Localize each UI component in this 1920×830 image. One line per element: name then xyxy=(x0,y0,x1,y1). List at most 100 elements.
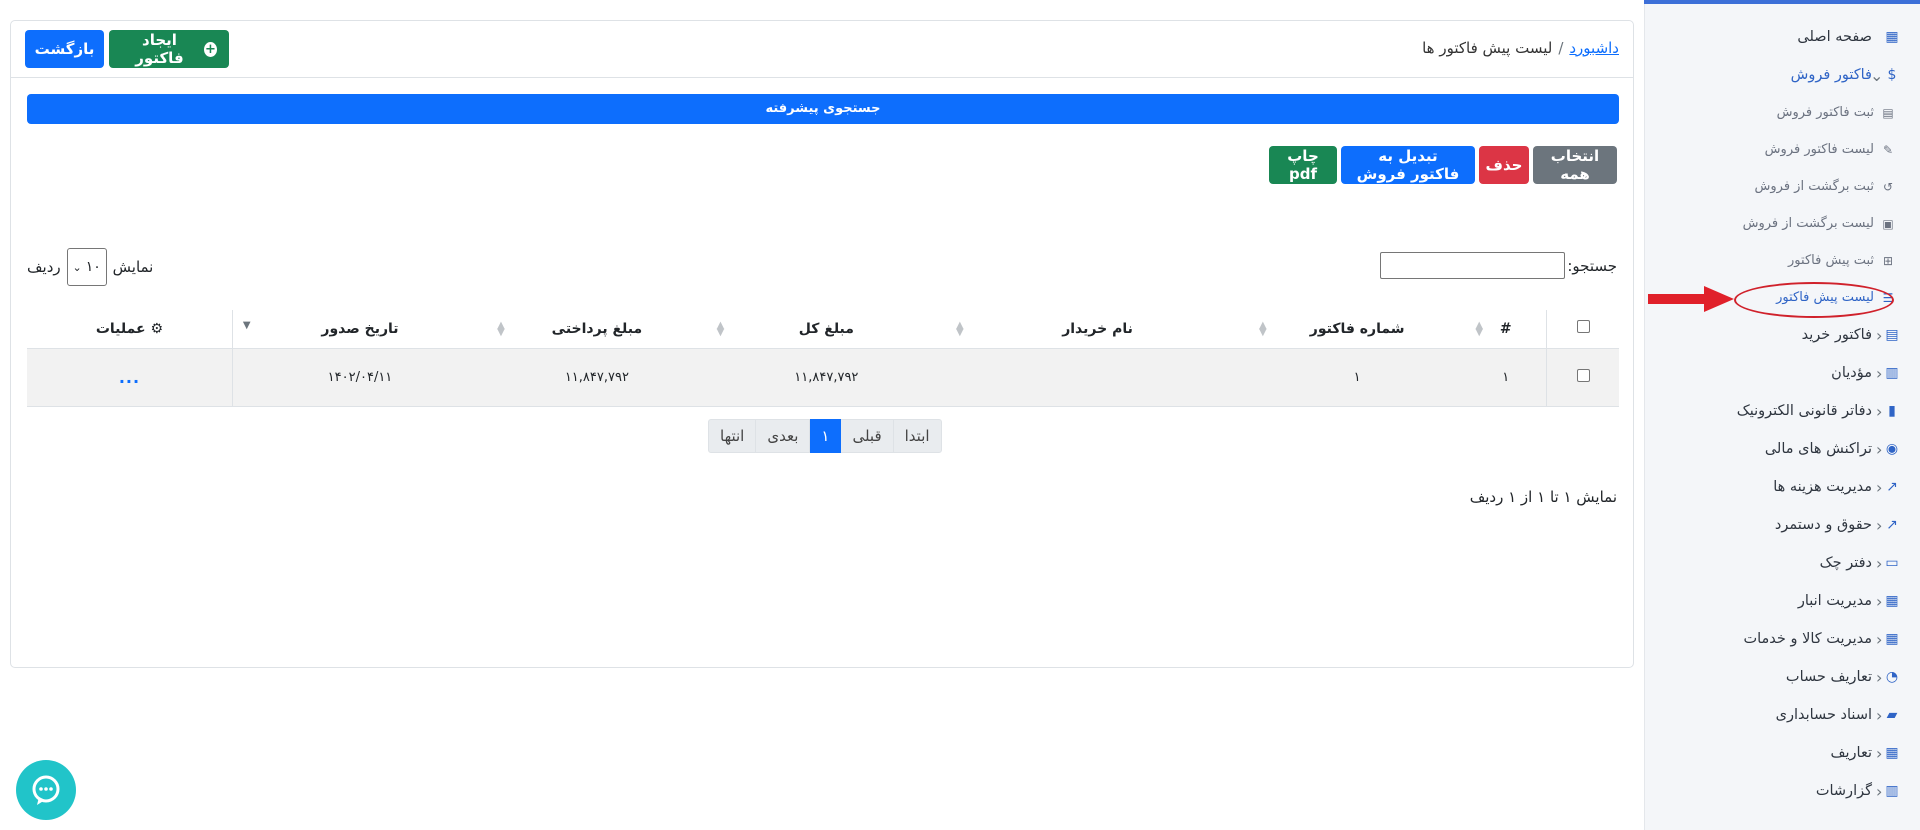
row-actions-menu[interactable]: ... xyxy=(119,368,140,387)
sidebar-subitem-label: لیست برگشت از فروش xyxy=(1742,216,1874,231)
row-checkbox[interactable] xyxy=(1576,368,1590,382)
plus-circle-icon: + xyxy=(203,41,217,57)
sidebar-item-definitions[interactable]: ▦ تعاریف ‹ xyxy=(1644,734,1920,772)
back-button[interactable]: بازگشت xyxy=(25,30,104,68)
search-input[interactable] xyxy=(1380,252,1566,279)
col-index-label: # xyxy=(1499,320,1512,337)
invoice-icon: $ xyxy=(1887,67,1897,83)
col-operations-label: عملیات xyxy=(95,320,146,337)
sidebar-subitem-register-sales-invoice[interactable]: ▤ ثبت فاکتور فروش xyxy=(1644,94,1920,131)
sidebar-item-expense-management[interactable]: ↗ مدیریت هزینه ها ‹ xyxy=(1644,468,1920,506)
breadcrumb-separator: / xyxy=(1558,39,1564,57)
sidebar-item-sales-invoice[interactable]: $ فاکتور فروش ⌄ xyxy=(1644,56,1920,94)
sidebar-subitem-sales-return-list[interactable]: ▣ لیست برگشت از فروش xyxy=(1644,205,1920,242)
page-length: نمایش ۱۰ ⌄ ردیف xyxy=(27,248,153,286)
sidebar-item-warehouse[interactable]: ▦ مدیریت انبار ‹ xyxy=(1644,582,1920,620)
chevron-left-icon: ‹ xyxy=(1876,401,1883,421)
sidebar-item-label: فاکتور فروش xyxy=(1790,67,1872,83)
col-invoice-number[interactable]: شماره فاکتور ▲ ▼ xyxy=(1249,310,1466,349)
sort-icon: ▲ ▼ xyxy=(497,320,505,338)
sidebar-menu: ▦ صفحه اصلی $ فاکتور فروش ⌄ ▤ ثبت فاکتور… xyxy=(1644,18,1920,810)
cell-issue-date: ۱۴۰۲/۰۴/۱۱ xyxy=(231,348,488,407)
sidebar-subitem-label: ثبت برگشت از فروش xyxy=(1754,179,1874,194)
sidebar-subitem-register-proforma[interactable]: ⊞ ثبت پیش فاکتور xyxy=(1644,242,1920,279)
sidebar-item-taxpayers[interactable]: ▥ مؤدیان ‹ xyxy=(1644,354,1920,392)
table-icon: ▦ xyxy=(1885,745,1899,761)
cell-paid-amount: ۱۱,۸۴۷,۷۹۲ xyxy=(487,348,707,407)
col-operations: ⚙ عملیات xyxy=(27,310,233,349)
col-issue-date[interactable]: تاریخ صدور ▼ xyxy=(231,310,488,349)
page-next-button[interactable]: بعدی xyxy=(755,419,811,453)
scroll-icon: ✎ xyxy=(1882,142,1894,157)
sidebar-item-label: مدیریت انبار xyxy=(1797,593,1872,609)
chevron-left-icon: ‹ xyxy=(1876,667,1883,687)
dashboard-icon: ▦ xyxy=(1885,29,1899,45)
advanced-search-bar[interactable]: جستجوی پیشرفته xyxy=(27,94,1619,124)
chevron-left-icon: ‹ xyxy=(1876,781,1883,801)
col-total-amount[interactable]: مبلغ کل ▲ ▼ xyxy=(706,310,947,349)
chevron-left-icon: ‹ xyxy=(1876,477,1883,497)
gears-icon: ⚙ xyxy=(150,320,164,337)
clipboard-icon: ▣ xyxy=(1882,216,1894,231)
sidebar-item-label: مدیریت کالا و خدمات xyxy=(1743,631,1872,647)
sidebar-subitem-sales-invoice-list[interactable]: ✎ لیست فاکتور فروش xyxy=(1644,131,1920,168)
page-last-button[interactable]: انتها xyxy=(708,419,757,453)
sidebar-item-goods-services[interactable]: ▦ مدیریت کالا و خدمات ‹ xyxy=(1644,620,1920,658)
folder-open-icon: ▰ xyxy=(1886,707,1898,723)
col-paid-amount[interactable]: مبلغ پرداختی ▲ ▼ xyxy=(487,310,707,349)
search-label: جستجو: xyxy=(1567,256,1617,275)
sidebar-item-label: تعاریف xyxy=(1830,745,1873,761)
convert-to-sales-invoice-button[interactable]: تبدیل به فاکتور فروش xyxy=(1341,146,1475,184)
sidebar-item-account-definitions[interactable]: ◔ تعاریف حساب ‹ xyxy=(1644,658,1920,696)
row-checkbox-cell xyxy=(1546,348,1619,407)
col-buyer-name[interactable]: نام خریدار ▲ ▼ xyxy=(946,310,1250,349)
sidebar-subitem-label: لیست فاکتور فروش xyxy=(1764,142,1874,157)
chevron-left-icon: ‹ xyxy=(1876,515,1883,535)
annotation-highlight-ellipse xyxy=(1734,282,1894,318)
sidebar-subitem-label: ثبت پیش فاکتور xyxy=(1788,253,1874,268)
breadcrumb-dashboard-link[interactable]: داشبورد xyxy=(1569,39,1619,57)
coins-icon: ◉ xyxy=(1885,441,1899,457)
sidebar-item-label: فاکتور خرید xyxy=(1801,327,1872,343)
sidebar-item-reports[interactable]: ▥ گزارشات ‹ xyxy=(1644,772,1920,810)
document-icon: ▤ xyxy=(1882,105,1894,120)
col-index[interactable]: # ▲ ▼ xyxy=(1465,310,1547,349)
create-invoice-button[interactable]: + ایجاد فاکتور xyxy=(109,30,229,68)
sidebar-item-payroll[interactable]: ↗ حقوق و دستمرد ‹ xyxy=(1644,506,1920,544)
sidebar-item-checkbook[interactable]: ▭ دفتر چک ‹ xyxy=(1644,544,1920,582)
bar-chart-icon: ▥ xyxy=(1885,365,1899,381)
proforma-list-card: داشبورد / لیست پیش فاکتور ها + ایجاد فاکتو… xyxy=(10,20,1634,668)
select-all-checkbox[interactable] xyxy=(1576,320,1590,334)
line-chart-icon: ↗ xyxy=(1886,479,1898,495)
sort-icon: ▲ ▼ xyxy=(1259,320,1267,338)
page-length-value: ۱۰ xyxy=(85,259,101,275)
pagination: ابتدا قبلی ۱ بعدی انتها xyxy=(708,419,942,453)
sidebar-item-financial-transactions[interactable]: ◉ تراکنش های مالی ‹ xyxy=(1644,430,1920,468)
chevron-down-icon: ⌄ xyxy=(72,260,82,274)
sort-desc-icon: ▼ xyxy=(242,320,251,331)
page-length-select[interactable]: ۱۰ ⌄ xyxy=(66,248,107,286)
sidebar-item-home[interactable]: ▦ صفحه اصلی xyxy=(1644,18,1920,56)
sidebar-item-purchase-invoice[interactable]: ▤ فاکتور خرید ‹ xyxy=(1644,316,1920,354)
sidebar-item-accounting-documents[interactable]: ▰ اسناد حسابداری ‹ xyxy=(1644,696,1920,734)
sidebar-item-electronic-ledgers[interactable]: ▮ دفاتر قانونی الکترونیک ‹ xyxy=(1644,392,1920,430)
page-first-button[interactable]: ابتدا xyxy=(892,419,942,453)
page-prev-button[interactable]: قبلی xyxy=(840,419,894,453)
sidebar-item-label: تعاریف حساب xyxy=(1785,669,1872,685)
table-row[interactable]: ۱ ۱ ۱۱,۸۴۷,۷۹۲ ۱۱,۸۴۷,۷۹۲ ۱۴۰۲/۰۴/۱۱ ... xyxy=(27,348,1619,407)
sidebar-item-label: اسناد حسابداری xyxy=(1775,707,1872,723)
select-all-button[interactable]: انتخاب همه xyxy=(1533,146,1617,184)
sidebar: ▦ صفحه اصلی $ فاکتور فروش ⌄ ▤ ثبت فاکتور… xyxy=(1644,0,1920,830)
sidebar-subitem-register-sales-return[interactable]: ↺ ثبت برگشت از فروش xyxy=(1644,168,1920,205)
chat-widget-button[interactable] xyxy=(16,760,76,820)
delete-button[interactable]: حذف xyxy=(1479,146,1529,184)
length-prefix: نمایش xyxy=(112,258,154,276)
print-pdf-button[interactable]: چاپ pdf xyxy=(1269,146,1337,184)
create-invoice-label: ایجاد فاکتور xyxy=(135,31,184,67)
invoice-buy-icon: ▤ xyxy=(1885,327,1899,343)
chart-area-icon: ▥ xyxy=(1885,783,1899,799)
table-icon: ▦ xyxy=(1885,631,1899,647)
page-current-button[interactable]: ۱ xyxy=(809,419,842,453)
sort-icon: ▲ ▼ xyxy=(716,320,725,338)
sidebar-subitem-label: ثبت فاکتور فروش xyxy=(1776,105,1874,120)
